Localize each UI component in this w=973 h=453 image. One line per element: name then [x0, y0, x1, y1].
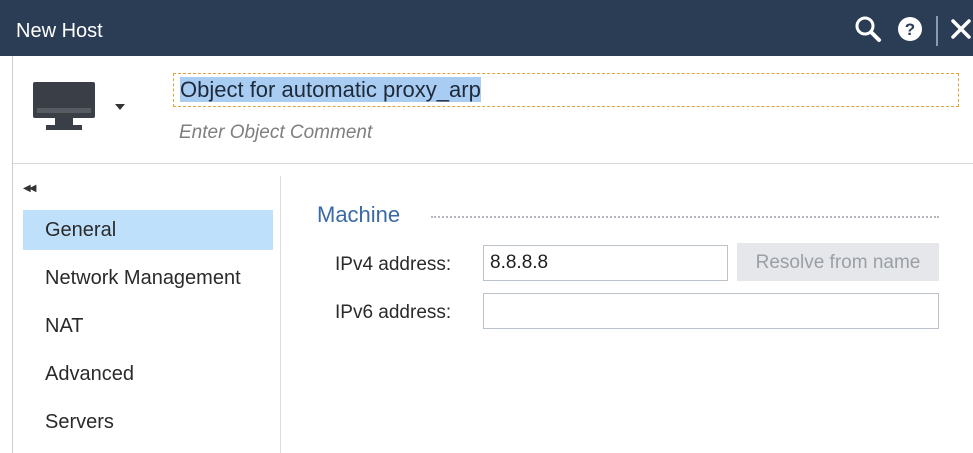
sidebar-item-nat[interactable]: NAT — [23, 306, 273, 346]
title-bar: New Host ? — [0, 0, 973, 56]
ipv4-input[interactable]: 8.8.8.8 — [483, 245, 728, 281]
object-name-text: Object for automatic proxy_arp — [180, 77, 481, 102]
dialog-body: Object for automatic proxy_arp Enter Obj… — [12, 56, 973, 453]
sidebar-item-network-management[interactable]: Network Management — [23, 258, 273, 298]
chevron-down-icon[interactable] — [115, 104, 125, 110]
window-title: New Host — [16, 20, 103, 42]
section-title: Machine — [317, 202, 401, 227]
object-header: Object for automatic proxy_arp Enter Obj… — [13, 56, 973, 164]
sidebar-item-servers[interactable]: Servers — [23, 402, 273, 442]
section-divider — [431, 216, 939, 218]
help-icon[interactable]: ? — [895, 14, 925, 44]
comment-field[interactable]: Enter Object Comment — [179, 122, 372, 144]
sidebar-divider — [280, 176, 281, 453]
collapse-left-icon[interactable]: ◀◀ — [23, 183, 36, 194]
sidebar-nav: General Network Management NAT Advanced … — [23, 210, 273, 450]
sidebar-item-general[interactable]: General — [23, 210, 273, 250]
svg-text:?: ? — [905, 20, 915, 39]
monitor-icon[interactable] — [33, 82, 97, 137]
sidebar-item-advanced[interactable]: Advanced — [23, 354, 273, 394]
search-icon[interactable] — [853, 14, 883, 44]
titlebar-separator — [936, 16, 938, 46]
ipv6-label: IPv6 address: — [335, 302, 452, 323]
resolve-from-name-button[interactable]: Resolve from name — [737, 243, 939, 281]
ipv6-input[interactable] — [483, 293, 939, 329]
ipv4-label: IPv4 address: — [335, 254, 452, 275]
object-name-input[interactable]: Object for automatic proxy_arp — [173, 73, 959, 107]
close-icon[interactable] — [946, 14, 973, 44]
